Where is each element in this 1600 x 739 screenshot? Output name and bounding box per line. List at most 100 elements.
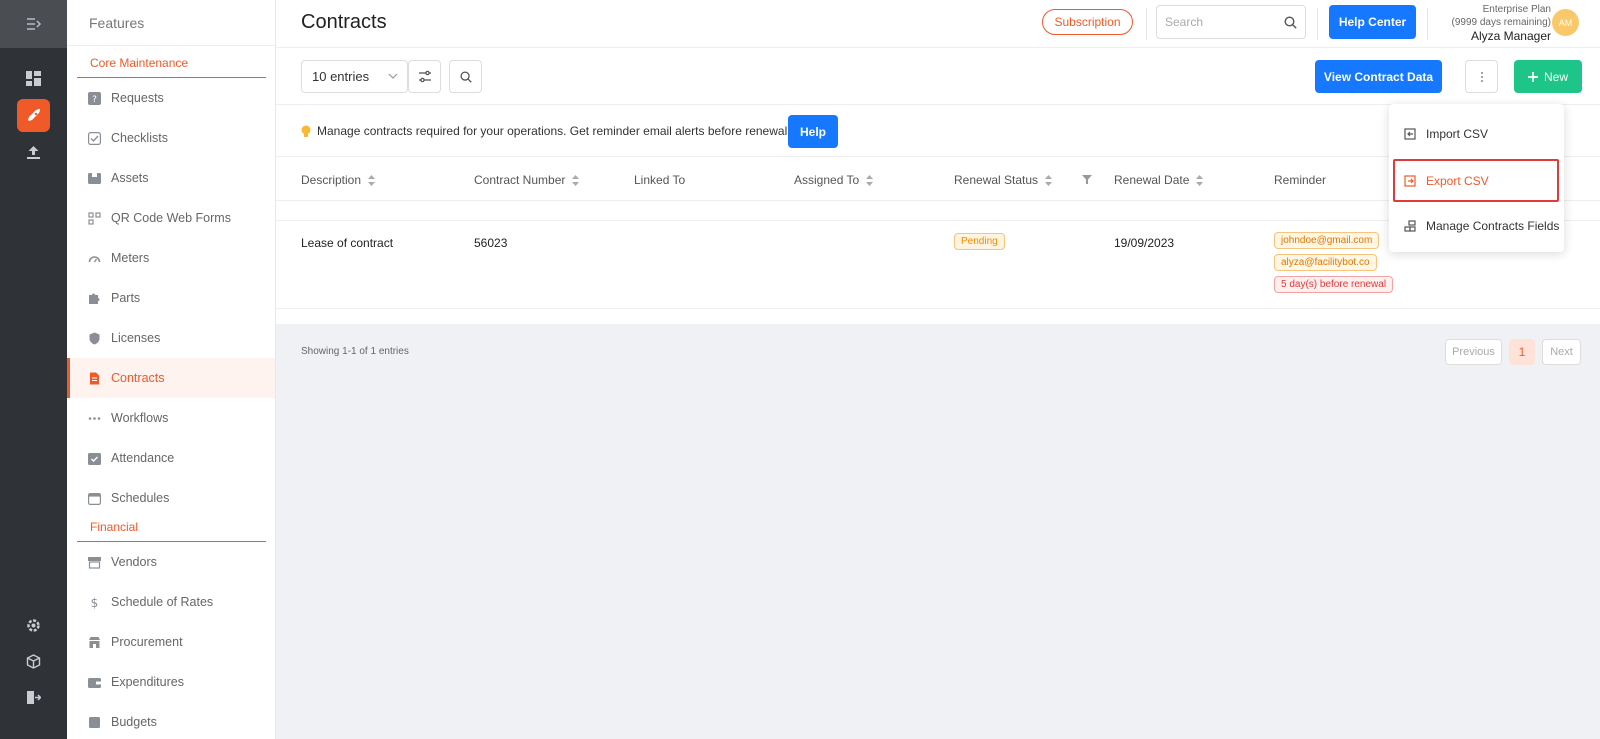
view-contract-data-button[interactable]: View Contract Data [1315, 60, 1442, 93]
sidebar-item-schedule-of-rates[interactable]: $ Schedule of Rates [67, 582, 275, 622]
entries-select[interactable]: 10 entries [301, 60, 408, 93]
sidebar-item-vendors[interactable]: Vendors [67, 542, 275, 582]
search-input[interactable] [1165, 15, 1284, 29]
dashboard-button[interactable] [17, 62, 50, 95]
chevron-down-icon [388, 73, 398, 79]
settings-button[interactable] [17, 609, 50, 642]
sliders-icon [418, 70, 431, 82]
showing-text: Showing 1-1 of 1 entries [301, 346, 409, 357]
sidebar-item-label: Licenses [111, 331, 161, 345]
sort-icon[interactable] [1196, 174, 1204, 186]
gear-icon [27, 619, 40, 632]
col-contract-number[interactable]: Contract Number [474, 173, 580, 187]
export-icon [1404, 174, 1416, 187]
icon-rail [0, 0, 67, 739]
question-icon: ? [87, 91, 101, 105]
subscription-button[interactable]: Subscription [1042, 9, 1133, 35]
sidebar-item-label: Budgets [111, 715, 157, 729]
menu-item-import-csv[interactable]: Import CSV [1389, 114, 1564, 154]
plan-days: (9999 days remaining) [1451, 17, 1552, 28]
page-title: Contracts [301, 11, 387, 33]
sidebar-item-attendance[interactable]: Attendance [67, 438, 275, 478]
section-core-maintenance: Core Maintenance [77, 56, 266, 78]
col-assigned-to[interactable]: Assigned To [794, 173, 874, 187]
collapse-menu-button[interactable] [0, 0, 67, 48]
col-description[interactable]: Description [301, 173, 376, 187]
dots-icon [87, 411, 101, 425]
sidebar-item-parts[interactable]: Parts [67, 278, 275, 318]
sidebar-item-workflows[interactable]: Workflows [67, 398, 275, 438]
sort-icon[interactable] [866, 174, 874, 186]
integrations-button[interactable] [17, 645, 50, 678]
next-page-button[interactable]: Next [1542, 339, 1581, 365]
sidebar-item-requests[interactable]: ? Requests [67, 78, 275, 118]
qr-icon [87, 211, 101, 225]
dollar-icon: $ [87, 595, 101, 609]
sidebar-item-label: Parts [111, 291, 141, 305]
import-icon [1404, 128, 1416, 140]
sort-icon[interactable] [572, 174, 580, 186]
previous-page-button[interactable]: Previous [1445, 339, 1502, 365]
collapse-icon [26, 18, 41, 30]
svg-text:$: $ [90, 596, 98, 609]
sidebar-item-label: Expenditures [111, 675, 184, 689]
menu-item-export-csv[interactable]: Export CSV [1393, 159, 1559, 202]
sort-icon[interactable] [1045, 174, 1053, 186]
page-1-button[interactable]: 1 [1509, 339, 1535, 365]
plan-name: Enterprise Plan [1482, 4, 1551, 15]
help-center-button[interactable]: Help Center [1329, 5, 1416, 39]
col-renewal-date[interactable]: Renewal Date [1114, 173, 1204, 187]
sort-icon[interactable] [368, 174, 376, 186]
col-renewal-status[interactable]: Renewal Status [954, 173, 1053, 187]
sidebar-item-licenses[interactable]: Licenses [67, 318, 275, 358]
sidebar-item-label: Assets [111, 171, 149, 185]
sidebar-item-meters[interactable]: Meters [67, 238, 275, 278]
sidebar-item-qr-code-web-forms[interactable]: QR Code Web Forms [67, 198, 275, 238]
divider [1317, 8, 1318, 40]
box-icon [87, 171, 101, 185]
reminder-email-badge: johndoe@gmail.com [1274, 232, 1380, 249]
help-button[interactable]: Help [788, 115, 838, 148]
col-reminder: Reminder [1274, 173, 1327, 187]
new-contract-button[interactable]: New [1514, 60, 1582, 93]
user-name[interactable]: Alyza Manager [1452, 29, 1551, 44]
avatar[interactable]: AM [1552, 9, 1579, 36]
more-options-button[interactable] [1465, 60, 1498, 93]
cell-renewal-status: Pending [954, 233, 1005, 255]
filter-settings-button[interactable] [408, 60, 441, 93]
sidebar-item-budgets[interactable]: Budgets [67, 702, 275, 739]
puzzle-icon [87, 291, 101, 305]
sidebar-item-assets[interactable]: Assets [67, 158, 275, 198]
reports-button[interactable] [17, 136, 50, 169]
new-label: New [1543, 69, 1568, 84]
info-message: Manage contracts required for your opera… [301, 124, 787, 138]
divider [1146, 8, 1147, 40]
cell-reminder: johndoe@gmail.com alyza@facilitybot.co 5… [1274, 232, 1394, 298]
sidebar-item-expenditures[interactable]: Expenditures [67, 662, 275, 702]
sidebar-item-procurement[interactable]: Procurement [67, 622, 275, 662]
sidebar-item-label: Contracts [111, 371, 165, 385]
sidebar-item-checklists[interactable]: Checklists [67, 118, 275, 158]
entries-value: 10 entries [312, 69, 370, 84]
table-search-button[interactable] [449, 60, 482, 93]
cell-description: Lease of contract [301, 236, 394, 250]
cube-icon [26, 654, 41, 669]
contract-icon [87, 371, 101, 385]
filter-icon[interactable] [1082, 175, 1092, 184]
sidebar-item-label: QR Code Web Forms [111, 211, 231, 225]
menu-item-manage-fields[interactable]: Manage Contracts Fields [1389, 206, 1564, 246]
store-icon [87, 555, 101, 569]
sidebar-item-schedules[interactable]: Schedules [67, 478, 275, 518]
features-sidebar: Features Core Maintenance ? Requests Check… [67, 0, 276, 739]
search-box[interactable] [1156, 5, 1306, 39]
top-header: Contracts Subscription Help Center Enter… [276, 0, 1600, 48]
search-icon [1284, 15, 1297, 29]
search-icon [459, 70, 472, 83]
sidebar-item-contracts[interactable]: Contracts [67, 358, 275, 398]
table-footer: Showing 1-1 of 1 entries Previous 1 Next [276, 324, 1600, 739]
shop-icon [87, 635, 101, 649]
status-badge: Pending [954, 233, 1005, 250]
logout-button[interactable] [17, 681, 50, 714]
calendar-icon [87, 491, 101, 505]
features-button[interactable] [17, 99, 50, 132]
